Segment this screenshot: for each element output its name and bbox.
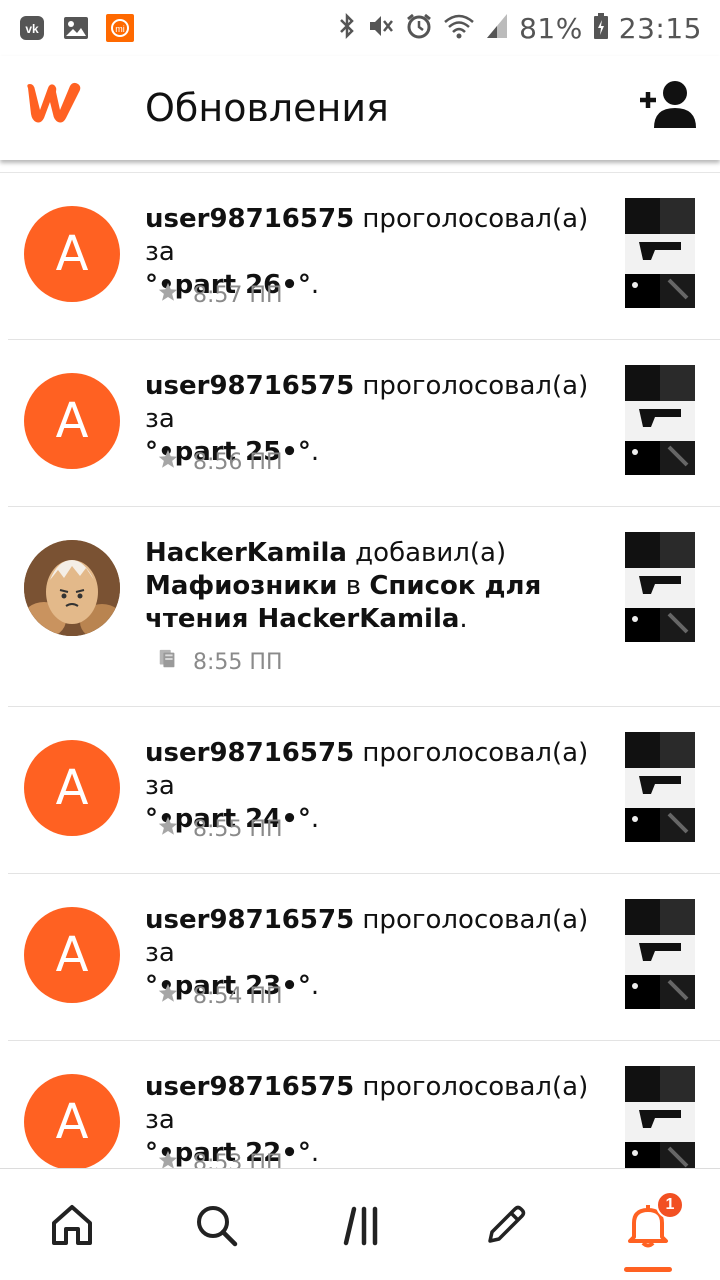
star-icon	[157, 281, 179, 309]
update-meta: 8:54 ПП	[157, 982, 282, 1010]
update-meta: 8:57 ПП	[157, 281, 282, 309]
notification-badge: 1	[656, 1191, 684, 1219]
active-tab-indicator	[624, 1267, 672, 1272]
list-item[interactable]: A user98716575 проголосовал(а) за °•part…	[8, 874, 720, 1041]
mute-icon	[367, 12, 395, 45]
updates-feed[interactable]: A user98716575 проголосовал(а) за °•part…	[0, 172, 720, 1168]
update-meta: 8:55 ПП	[157, 815, 282, 843]
update-text: HackerKamila добавил(а) Мафиозники в Спи…	[145, 537, 615, 636]
username-link[interactable]: user98716575	[145, 738, 354, 768]
timestamp: 8:54 ПП	[193, 983, 283, 1009]
gallery-icon	[62, 14, 90, 42]
avatar[interactable]: A	[24, 907, 120, 1003]
story-cover[interactable]	[625, 899, 695, 1009]
avatar-letter: A	[55, 760, 89, 816]
period: .	[310, 971, 320, 1001]
update-meta: 8:55 ПП	[157, 648, 282, 676]
avatar[interactable]: A	[24, 740, 120, 836]
timestamp: 8:53 ПП	[193, 1150, 283, 1169]
list-item[interactable]: A user98716575 проголосовал(а) за °•part…	[8, 340, 720, 507]
add-user-icon[interactable]	[638, 78, 698, 130]
timestamp: 8:55 ПП	[193, 816, 283, 842]
page-title: Обновления	[145, 86, 389, 130]
update-meta: 8:53 ПП	[157, 1149, 282, 1168]
svg-text:vk: vk	[25, 22, 39, 36]
star-icon	[157, 1149, 179, 1168]
username-link[interactable]: user98716575	[145, 371, 354, 401]
home-icon[interactable]	[44, 1197, 100, 1253]
username-link[interactable]: user98716575	[145, 1072, 354, 1102]
avatar[interactable]: A	[24, 373, 120, 469]
bottom-nav: 1	[0, 1168, 720, 1280]
list-item[interactable]: HackerKamila добавил(а) Мафиозники в Спи…	[8, 507, 720, 707]
avatar[interactable]: A	[24, 1074, 120, 1168]
star-icon	[157, 448, 179, 476]
preposition: в	[337, 571, 370, 601]
vk-icon: vk	[18, 14, 46, 42]
action-text: добавил(а)	[346, 538, 507, 568]
story-cover[interactable]	[625, 532, 695, 642]
wattpad-logo[interactable]	[22, 78, 90, 126]
list-item[interactable]: A user98716575 проголосовал(а) за °•part…	[8, 173, 720, 340]
wifi-icon	[443, 12, 475, 45]
write-icon[interactable]	[478, 1197, 534, 1253]
timestamp: 8:55 ПП	[193, 649, 283, 675]
period: .	[310, 270, 320, 300]
svg-text:mi: mi	[115, 24, 125, 34]
avatar-letter: A	[55, 393, 89, 449]
alarm-icon	[405, 12, 433, 45]
username-link[interactable]: user98716575	[145, 204, 354, 234]
avatar-letter: A	[55, 927, 89, 983]
battery-icon	[593, 12, 609, 45]
update-meta: 8:56 ПП	[157, 448, 282, 476]
app-bar: Обновления	[0, 56, 720, 160]
timestamp: 8:57 ПП	[193, 282, 283, 308]
mi-icon: mi	[106, 14, 134, 42]
notifications-icon[interactable]: 1	[620, 1191, 684, 1253]
list-item[interactable]: A user98716575 проголосовал(а) за °•part…	[8, 1041, 720, 1168]
story-cover[interactable]	[625, 1066, 695, 1168]
list-item[interactable]: A user98716575 проголосовал(а) за °•part…	[8, 707, 720, 874]
status-left-icons: vk mi	[18, 14, 134, 42]
clock: 23:15	[618, 11, 702, 45]
search-icon[interactable]	[188, 1197, 244, 1253]
bluetooth-icon	[337, 12, 357, 45]
star-icon	[157, 815, 179, 843]
battery-percent: 81%	[519, 11, 583, 45]
username-link[interactable]: user98716575	[145, 905, 354, 935]
reading-list-icon	[157, 648, 179, 676]
avatar-letter: A	[55, 226, 89, 282]
username-link[interactable]: HackerKamila	[145, 538, 347, 568]
status-bar: vk mi 81% 23:15	[0, 0, 720, 56]
status-right: 81% 23:15	[337, 12, 702, 45]
avatar[interactable]: A	[24, 206, 120, 302]
story-cover[interactable]	[625, 365, 695, 475]
period: .	[310, 437, 320, 467]
period: .	[310, 1138, 320, 1168]
star-icon	[157, 982, 179, 1010]
timestamp: 8:56 ПП	[193, 449, 283, 475]
story-link[interactable]: Мафиозники	[145, 571, 337, 601]
avatar[interactable]	[24, 540, 120, 636]
signal-icon	[485, 12, 509, 45]
library-icon[interactable]	[334, 1197, 390, 1253]
period: .	[310, 804, 320, 834]
story-cover[interactable]	[625, 198, 695, 308]
story-cover[interactable]	[625, 732, 695, 842]
period: .	[459, 604, 468, 634]
avatar-letter: A	[55, 1094, 89, 1150]
